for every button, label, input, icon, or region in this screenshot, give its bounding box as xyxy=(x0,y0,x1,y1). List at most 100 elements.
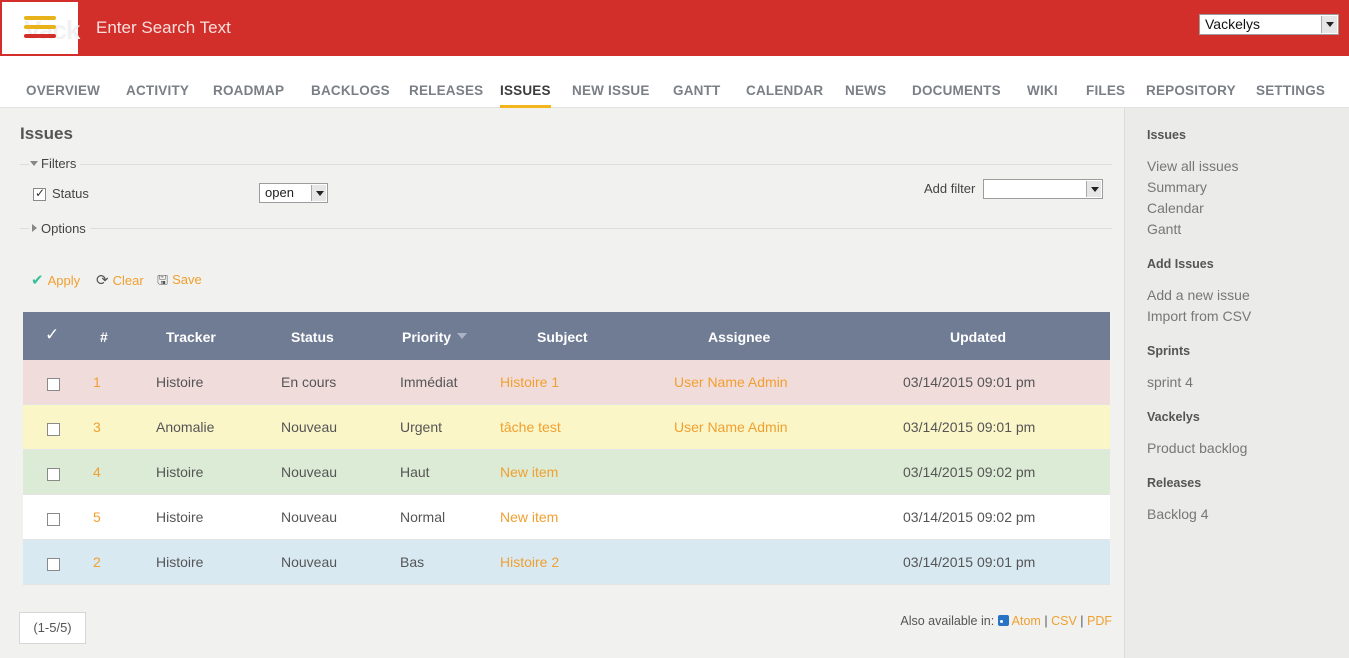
filters-legend: Filters xyxy=(41,156,77,171)
add-filter-select[interactable] xyxy=(983,179,1103,199)
sidebar-link-summary[interactable]: Summary xyxy=(1147,179,1207,195)
tab-backlogs[interactable]: BACKLOGS xyxy=(311,83,390,98)
sidebar-heading-project: Vackelys xyxy=(1147,410,1200,424)
csv-link[interactable]: CSV xyxy=(1051,614,1077,628)
separator: | xyxy=(1044,614,1048,628)
table-row[interactable]: 4 Histoire Nouveau Haut New item 03/14/2015 0… xyxy=(23,450,1110,495)
tab-calendar[interactable]: CALENDAR xyxy=(746,83,823,98)
apply-label: Apply xyxy=(47,273,81,288)
chevron-down-icon xyxy=(311,185,326,201)
options-toggle[interactable]: Options xyxy=(29,221,90,236)
tab-roadmap[interactable]: ROADMAP xyxy=(213,83,284,98)
issue-updated: 03/14/2015 09:02 pm xyxy=(903,464,1036,480)
save-button[interactable]: 🖫 Save xyxy=(157,271,202,293)
column-header-assignee[interactable]: Assignee xyxy=(708,329,770,345)
sort-desc-icon xyxy=(457,333,468,339)
sidebar-link-import-csv[interactable]: Import from CSV xyxy=(1147,308,1251,324)
tab-wiki[interactable]: WIKI xyxy=(1027,83,1058,98)
status-operator-select[interactable]: open xyxy=(259,183,328,203)
row-checkbox[interactable] xyxy=(47,378,60,391)
separator: | xyxy=(1080,614,1084,628)
issue-assignee[interactable]: User Name Admin xyxy=(674,374,788,390)
issue-status: Nouveau xyxy=(281,419,338,435)
status-filter-checkbox[interactable] xyxy=(33,186,46,201)
hamburger-menu-icon[interactable] xyxy=(24,16,56,42)
tab-overview[interactable]: OVERVIEW xyxy=(26,83,100,98)
sidebar-link-add-new-issue[interactable]: Add a new issue xyxy=(1147,287,1250,303)
status-operator-value: open xyxy=(265,185,294,200)
checkmark-icon: ✔ xyxy=(31,271,44,289)
column-header-tracker[interactable]: Tracker xyxy=(166,329,216,345)
table-row[interactable]: 2 Histoire Nouveau Bas Histoire 2 03/14/2015 … xyxy=(23,540,1110,585)
filters-toggle[interactable]: Filters xyxy=(29,156,81,171)
sidebar-link-view-all-issues[interactable]: View all issues xyxy=(1147,158,1239,174)
row-checkbox[interactable] xyxy=(47,558,60,571)
column-header-subject[interactable]: Subject xyxy=(537,329,588,345)
page-title: Issues xyxy=(20,124,73,143)
table-row[interactable]: 3 Anomalie Nouveau Urgent tâche test User Nam… xyxy=(23,405,1110,450)
row-checkbox[interactable] xyxy=(47,513,60,526)
atom-link[interactable]: Atom xyxy=(1012,614,1041,628)
issue-id[interactable]: 4 xyxy=(93,464,101,480)
table-row[interactable]: 5 Histoire Nouveau Normal New item 03/14/2015… xyxy=(23,495,1110,540)
issue-subject[interactable]: New item xyxy=(500,509,558,525)
issue-assignee[interactable]: User Name Admin xyxy=(674,419,788,435)
tab-releases[interactable]: RELEASES xyxy=(409,83,483,98)
issue-subject[interactable]: tâche test xyxy=(500,419,561,435)
sidebar-heading-add-issues: Add Issues xyxy=(1147,257,1214,271)
row-checkbox[interactable] xyxy=(47,468,60,481)
logo[interactable]: Vack xyxy=(2,2,80,54)
issue-tracker: Histoire xyxy=(156,509,204,525)
tab-gantt[interactable]: GANTT xyxy=(673,83,721,98)
sidebar-link-product-backlog[interactable]: Product backlog xyxy=(1147,440,1247,456)
add-filter-label: Add filter xyxy=(924,181,976,196)
sidebar-heading-sprints: Sprints xyxy=(1147,344,1191,358)
sidebar-link-backlog[interactable]: Backlog 4 xyxy=(1147,506,1208,522)
table-row[interactable]: 1 Histoire En cours Immédiat Histoire 1 User … xyxy=(23,360,1110,405)
tab-documents[interactable]: DOCUMENTS xyxy=(912,83,1001,98)
issue-updated: 03/14/2015 09:01 pm xyxy=(903,554,1036,570)
tab-new-issue[interactable]: NEW ISSUE xyxy=(572,83,650,98)
chevron-down-icon xyxy=(1086,181,1101,197)
column-header-status[interactable]: Status xyxy=(291,329,334,345)
issue-updated: 03/14/2015 09:01 pm xyxy=(903,374,1036,390)
apply-button[interactable]: ✔ Apply xyxy=(31,271,80,289)
project-select[interactable]: Vackelys xyxy=(1199,14,1339,35)
expand-icon xyxy=(32,224,37,232)
issue-id[interactable]: 3 xyxy=(93,419,101,435)
tab-news[interactable]: NEWS xyxy=(845,83,886,98)
column-header-updated[interactable]: Updated xyxy=(950,329,1006,345)
table-header: ✓ # Tracker Status Priority Subject Assi… xyxy=(23,312,1110,360)
issue-id[interactable]: 1 xyxy=(93,374,101,390)
toggle-all-checkbox[interactable]: ✓ xyxy=(45,325,59,345)
tab-activity[interactable]: ACTIVITY xyxy=(126,83,189,98)
clear-label: Clear xyxy=(112,273,144,288)
issue-id[interactable]: 2 xyxy=(93,554,101,570)
refresh-icon: ⟳ xyxy=(96,271,109,289)
tab-settings[interactable]: SETTINGS xyxy=(1256,83,1325,98)
issue-subject[interactable]: New item xyxy=(500,464,558,480)
tab-files[interactable]: FILES xyxy=(1086,83,1125,98)
pdf-link[interactable]: PDF xyxy=(1087,614,1112,628)
row-checkbox[interactable] xyxy=(47,423,60,436)
column-header-priority[interactable]: Priority xyxy=(402,329,468,345)
sidebar-link-sprint[interactable]: sprint 4 xyxy=(1147,374,1193,390)
search-input[interactable] xyxy=(96,17,496,39)
clear-button[interactable]: ⟳ Clear xyxy=(96,271,144,289)
tab-issues[interactable]: ISSUES xyxy=(500,83,551,108)
issue-subject[interactable]: Histoire 1 xyxy=(500,374,559,390)
issue-subject[interactable]: Histoire 2 xyxy=(500,554,559,570)
issue-priority: Immédiat xyxy=(400,374,458,390)
issue-tracker: Histoire xyxy=(156,554,204,570)
main-content: Issues Filters Status open Add filter Op… xyxy=(0,108,1124,658)
options-divider xyxy=(20,228,1112,229)
issue-tracker: Anomalie xyxy=(156,419,215,435)
tab-repository[interactable]: REPOSITORY xyxy=(1146,83,1236,98)
feed-icon xyxy=(997,615,1009,626)
save-label: Save xyxy=(172,272,202,287)
sidebar-link-calendar[interactable]: Calendar xyxy=(1147,200,1204,216)
chevron-down-icon xyxy=(1321,16,1337,33)
sidebar-link-gantt[interactable]: Gantt xyxy=(1147,221,1181,237)
column-header-id[interactable]: # xyxy=(100,329,108,345)
issue-id[interactable]: 5 xyxy=(93,509,101,525)
